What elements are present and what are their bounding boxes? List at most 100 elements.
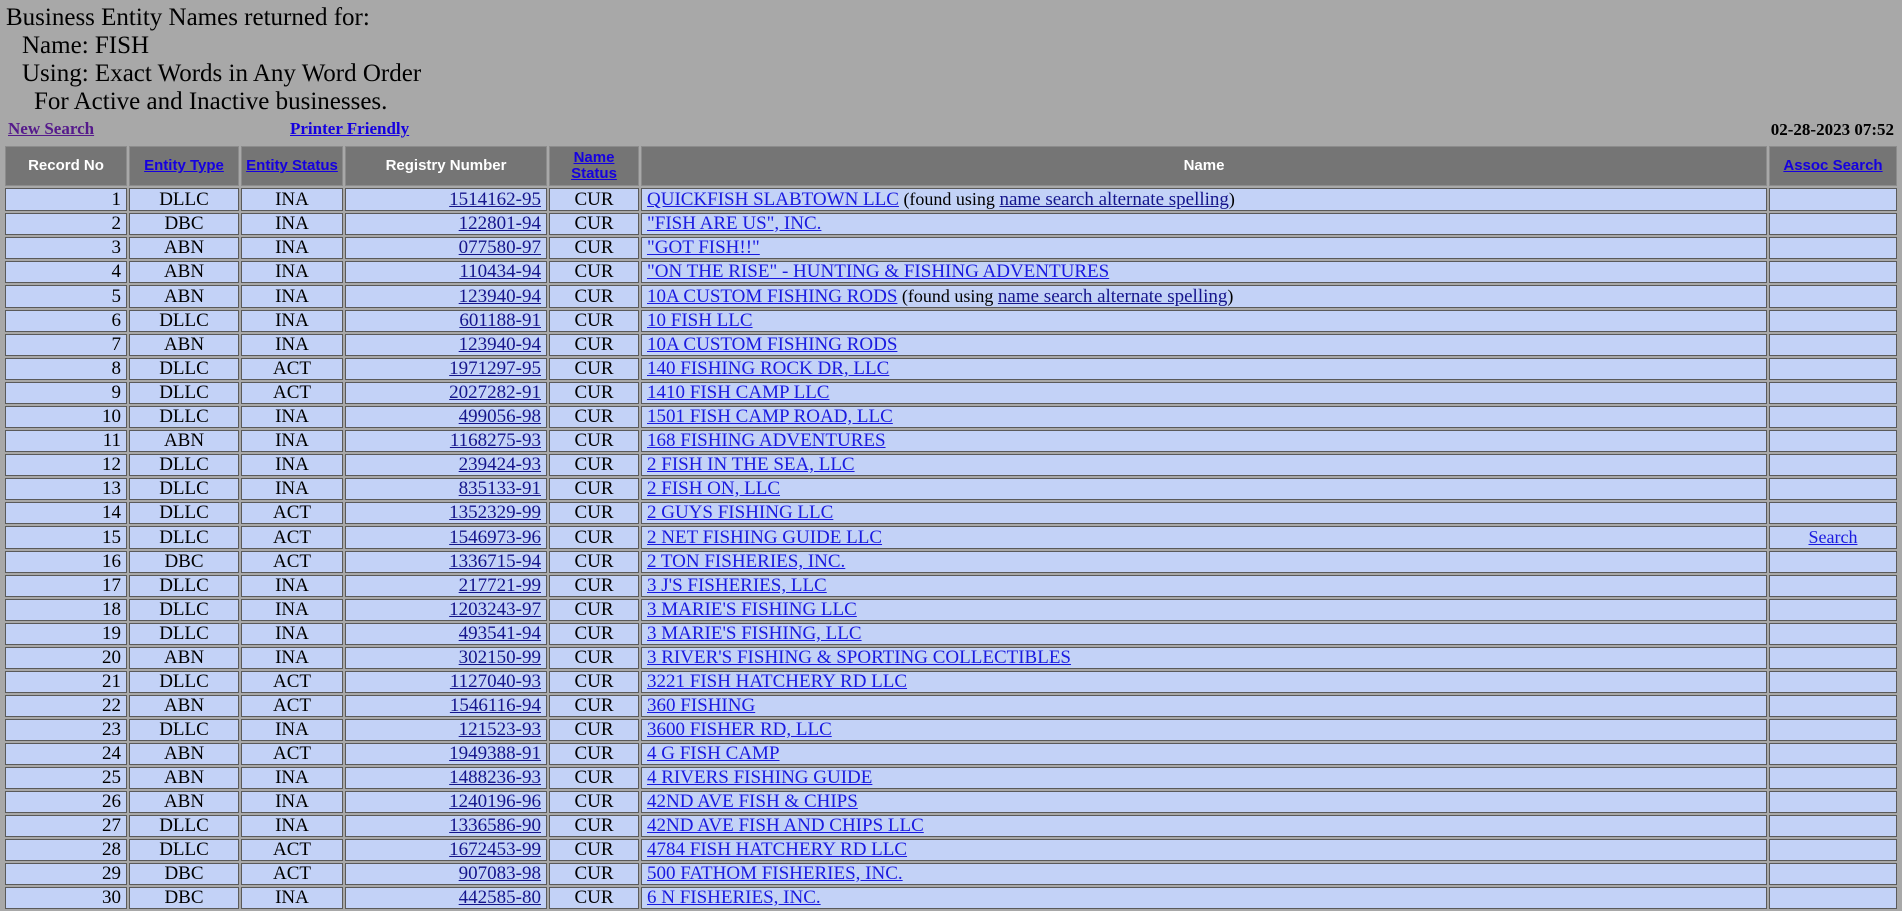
entity-name-link[interactable]: 4 RIVERS FISHING GUIDE [647, 768, 872, 788]
cell-name[interactable]: 360 FISHING [641, 695, 1767, 717]
cell-registry-number[interactable]: 122801-94 [345, 213, 547, 235]
column-header-entity-status[interactable]: Entity Status [241, 146, 343, 186]
registry-number-link[interactable]: 1203243-97 [449, 600, 541, 620]
registry-number-link[interactable]: 110434-94 [459, 262, 541, 282]
cell-name[interactable]: 2 NET FISHING GUIDE LLC [641, 526, 1767, 549]
entity-name-link[interactable]: 3600 FISHER RD, LLC [647, 720, 832, 740]
cell-name[interactable]: 3 RIVER'S FISHING & SPORTING COLLECTIBLE… [641, 647, 1767, 669]
column-header-name-status[interactable]: Name Status [549, 146, 639, 186]
registry-number-link[interactable]: 1240196-96 [449, 792, 541, 812]
new-search-link[interactable]: New Search [8, 119, 94, 139]
registry-number-link[interactable]: 499056-98 [459, 407, 541, 427]
cell-registry-number[interactable]: 1546116-94 [345, 695, 547, 717]
cell-registry-number[interactable]: 077580-97 [345, 237, 547, 259]
entity-name-link[interactable]: 42ND AVE FISH & CHIPS [647, 792, 858, 812]
cell-registry-number[interactable]: 1546973-96 [345, 526, 547, 549]
cell-name[interactable]: 4 G FISH CAMP [641, 743, 1767, 765]
registry-number-link[interactable]: 1336715-94 [449, 552, 541, 572]
registry-number-link[interactable]: 907083-98 [459, 864, 541, 884]
registry-number-link[interactable]: 121523-93 [459, 720, 541, 740]
registry-number-link[interactable]: 1546973-96 [449, 527, 541, 548]
cell-name[interactable]: 2 FISH IN THE SEA, LLC [641, 454, 1767, 476]
registry-number-link[interactable]: 1971297-95 [449, 359, 541, 379]
cell-registry-number[interactable]: 217721-99 [345, 575, 547, 597]
entity-name-link[interactable]: 1501 FISH CAMP ROAD, LLC [647, 407, 893, 427]
registry-number-link[interactable]: 1352329-99 [449, 503, 541, 523]
cell-name[interactable]: 3 J'S FISHERIES, LLC [641, 575, 1767, 597]
column-header-entity-type[interactable]: Entity Type [129, 146, 239, 186]
entity-name-link[interactable]: 2 TON FISHERIES, INC. [647, 552, 845, 572]
cell-name[interactable]: 3 MARIE'S FISHING LLC [641, 599, 1767, 621]
registry-number-link[interactable]: 601188-91 [459, 311, 541, 331]
cell-registry-number[interactable]: 499056-98 [345, 406, 547, 428]
column-header-name-status-link[interactable]: Name Status [571, 149, 617, 182]
cell-name[interactable]: 42ND AVE FISH & CHIPS [641, 791, 1767, 813]
entity-name-link[interactable]: 168 FISHING ADVENTURES [647, 431, 886, 451]
entity-name-link[interactable]: 3 J'S FISHERIES, LLC [647, 576, 827, 596]
cell-name[interactable]: "ON THE RISE" - HUNTING & FISHING ADVENT… [641, 261, 1767, 283]
entity-name-link[interactable]: 10A CUSTOM FISHING RODS [647, 335, 897, 355]
entity-name-link[interactable]: "GOT FISH!!" [647, 238, 760, 258]
cell-assoc-search[interactable]: Search [1769, 526, 1897, 549]
column-header-assoc-search-link[interactable]: Assoc Search [1783, 157, 1882, 174]
cell-name[interactable]: 500 FATHOM FISHERIES, INC. [641, 863, 1767, 885]
cell-registry-number[interactable]: 302150-99 [345, 647, 547, 669]
registry-number-link[interactable]: 1336586-90 [449, 816, 541, 836]
cell-name[interactable]: "FISH ARE US", INC. [641, 213, 1767, 235]
entity-name-link[interactable]: 2 NET FISHING GUIDE LLC [647, 527, 882, 548]
entity-name-link[interactable]: 3 RIVER'S FISHING & SPORTING COLLECTIBLE… [647, 648, 1071, 668]
entity-name-link[interactable]: 360 FISHING [647, 696, 755, 716]
cell-registry-number[interactable]: 1336715-94 [345, 551, 547, 573]
cell-name[interactable]: 2 FISH ON, LLC [641, 478, 1767, 500]
cell-registry-number[interactable]: 1240196-96 [345, 791, 547, 813]
entity-name-link[interactable]: 4 G FISH CAMP [647, 744, 780, 764]
column-header-entity-status-link[interactable]: Entity Status [246, 157, 338, 174]
registry-number-link[interactable]: 442585-80 [459, 888, 541, 908]
cell-name[interactable]: 140 FISHING ROCK DR, LLC [641, 358, 1767, 380]
cell-name[interactable]: 2 GUYS FISHING LLC [641, 502, 1767, 524]
registry-number-link[interactable]: 493541-94 [459, 624, 541, 644]
entity-name-link[interactable]: 42ND AVE FISH AND CHIPS LLC [647, 816, 924, 836]
cell-name[interactable]: 3221 FISH HATCHERY RD LLC [641, 671, 1767, 693]
registry-number-link[interactable]: 1488236-93 [449, 768, 541, 788]
cell-registry-number[interactable]: 835133-91 [345, 478, 547, 500]
cell-registry-number[interactable]: 121523-93 [345, 719, 547, 741]
registry-number-link[interactable]: 835133-91 [459, 479, 541, 499]
registry-number-link[interactable]: 1949388-91 [449, 744, 541, 764]
entity-name-link[interactable]: 2 GUYS FISHING LLC [647, 503, 833, 523]
cell-registry-number[interactable]: 493541-94 [345, 623, 547, 645]
cell-name[interactable]: 6 N FISHERIES, INC. [641, 887, 1767, 909]
entity-name-link[interactable]: 2 FISH IN THE SEA, LLC [647, 455, 855, 475]
column-header-entity-type-link[interactable]: Entity Type [144, 157, 224, 174]
entity-name-link[interactable]: 10A CUSTOM FISHING RODS [647, 286, 897, 307]
cell-registry-number[interactable]: 1127040-93 [345, 671, 547, 693]
cell-name[interactable]: 1501 FISH CAMP ROAD, LLC [641, 406, 1767, 428]
registry-number-link[interactable]: 1672453-99 [449, 840, 541, 860]
cell-name[interactable]: 3600 FISHER RD, LLC [641, 719, 1767, 741]
entity-name-link[interactable]: 1410 FISH CAMP LLC [647, 383, 829, 403]
cell-registry-number[interactable]: 1488236-93 [345, 767, 547, 789]
cell-registry-number[interactable]: 601188-91 [345, 310, 547, 332]
entity-name-link[interactable]: "ON THE RISE" - HUNTING & FISHING ADVENT… [647, 262, 1109, 282]
entity-name-link[interactable]: 3 MARIE'S FISHING, LLC [647, 624, 862, 644]
entity-name-link[interactable]: 10 FISH LLC [647, 311, 753, 331]
entity-name-link[interactable]: 500 FATHOM FISHERIES, INC. [647, 864, 903, 884]
cell-registry-number[interactable]: 1971297-95 [345, 358, 547, 380]
registry-number-link[interactable]: 077580-97 [459, 238, 541, 258]
cell-registry-number[interactable]: 1336586-90 [345, 815, 547, 837]
cell-registry-number[interactable]: 110434-94 [345, 261, 547, 283]
alt-spelling-link[interactable]: name search alternate spelling [998, 286, 1227, 307]
cell-registry-number[interactable]: 1168275-93 [345, 430, 547, 452]
alt-spelling-link[interactable]: name search alternate spelling [999, 189, 1228, 210]
registry-number-link[interactable]: 2027282-91 [449, 383, 541, 403]
cell-name[interactable]: 10A CUSTOM FISHING RODS (found using nam… [641, 285, 1767, 308]
registry-number-link[interactable]: 239424-93 [459, 455, 541, 475]
registry-number-link[interactable]: 302150-99 [459, 648, 541, 668]
cell-name[interactable]: "GOT FISH!!" [641, 237, 1767, 259]
cell-registry-number[interactable]: 2027282-91 [345, 382, 547, 404]
cell-name[interactable]: 10 FISH LLC [641, 310, 1767, 332]
entity-name-link[interactable]: 3 MARIE'S FISHING LLC [647, 600, 857, 620]
cell-name[interactable]: 4 RIVERS FISHING GUIDE [641, 767, 1767, 789]
cell-name[interactable]: 3 MARIE'S FISHING, LLC [641, 623, 1767, 645]
registry-number-link[interactable]: 217721-99 [459, 576, 541, 596]
